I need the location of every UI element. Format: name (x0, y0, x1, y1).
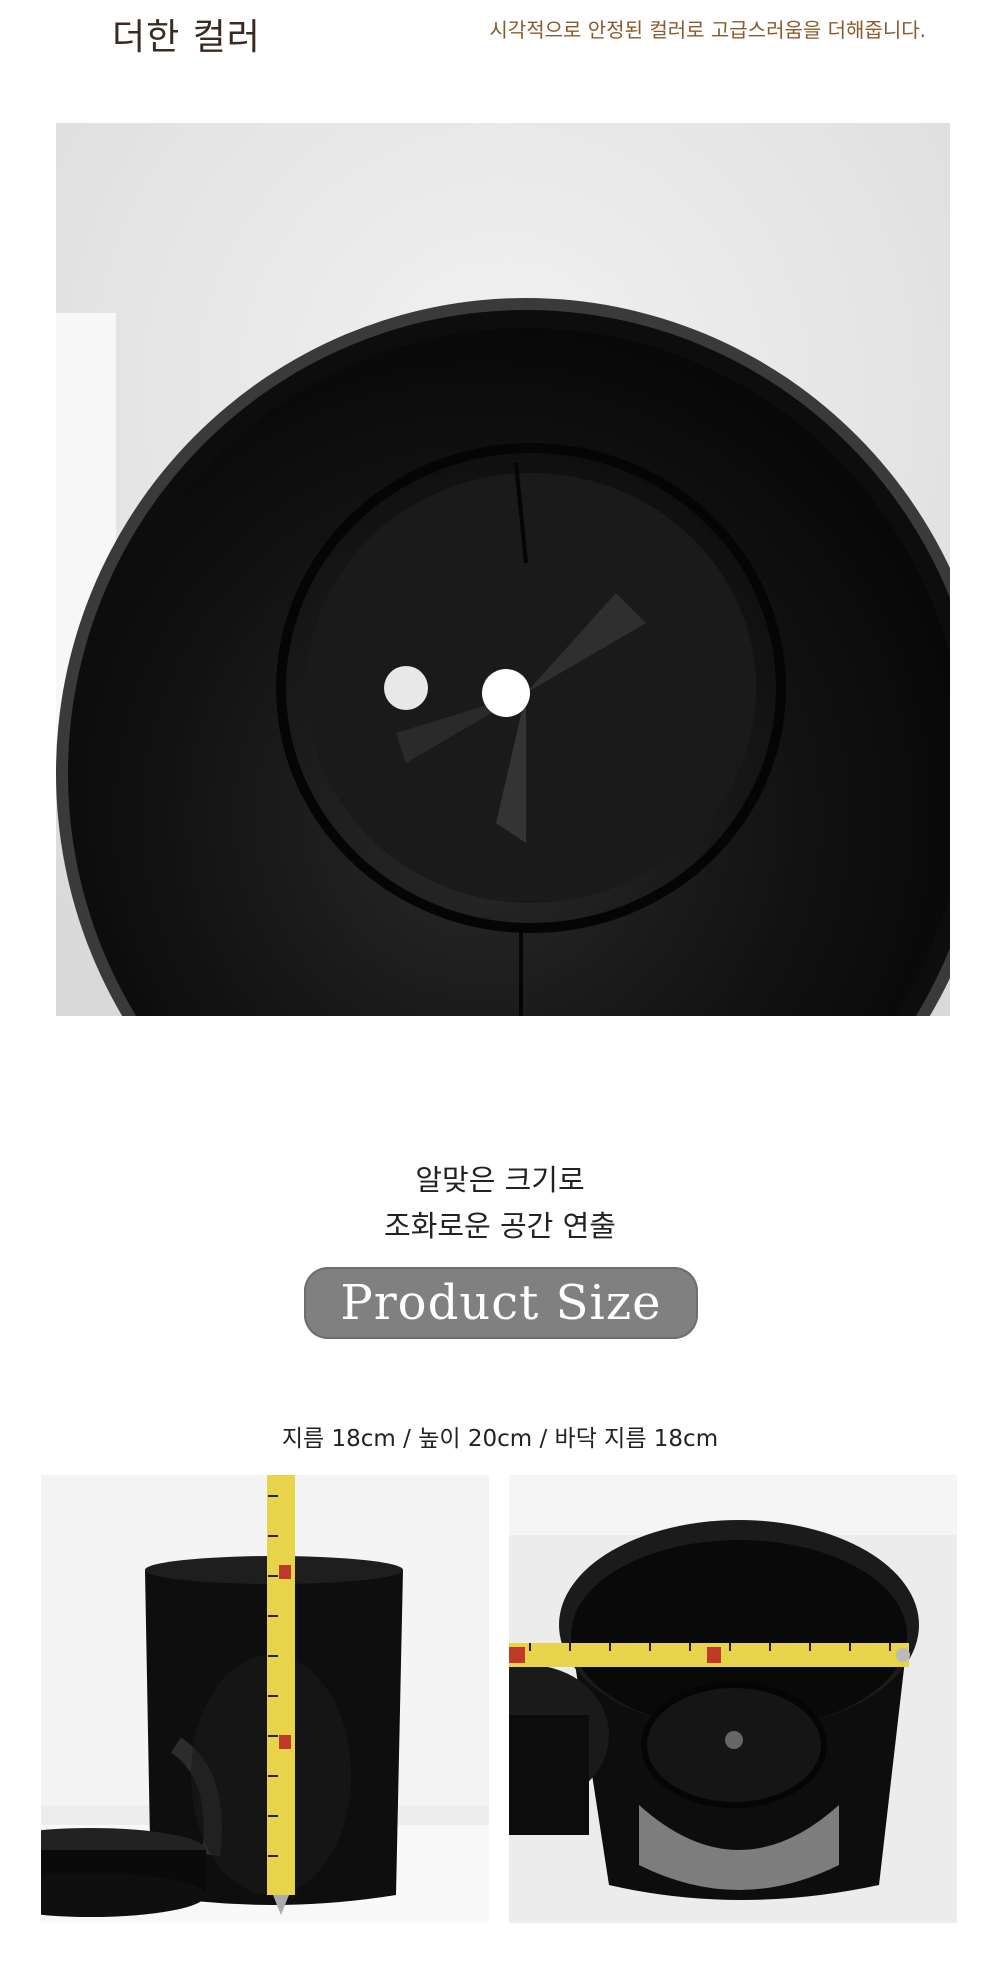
section-description: 시각적으로 안정된 컬러로 고급스러움을 더해줍니다. (489, 18, 926, 42)
headline-line-2: 조화로운 공간 연출 (384, 1209, 616, 1243)
product-size-badge: Product Size (304, 1267, 698, 1339)
bin-diameter-photo (509, 1475, 957, 1923)
dimensions-text: 지름 18cm / 높이 20cm / 바닥 지름 18cm (281, 1426, 719, 1452)
bin-height-photo (41, 1475, 489, 1923)
product-size-label: Product Size (340, 1275, 662, 1331)
section-title: 더한 컬러 (112, 17, 261, 58)
headline-line-1: 알맞은 크기로 (415, 1163, 585, 1197)
bin-interior-photo (56, 123, 950, 1016)
